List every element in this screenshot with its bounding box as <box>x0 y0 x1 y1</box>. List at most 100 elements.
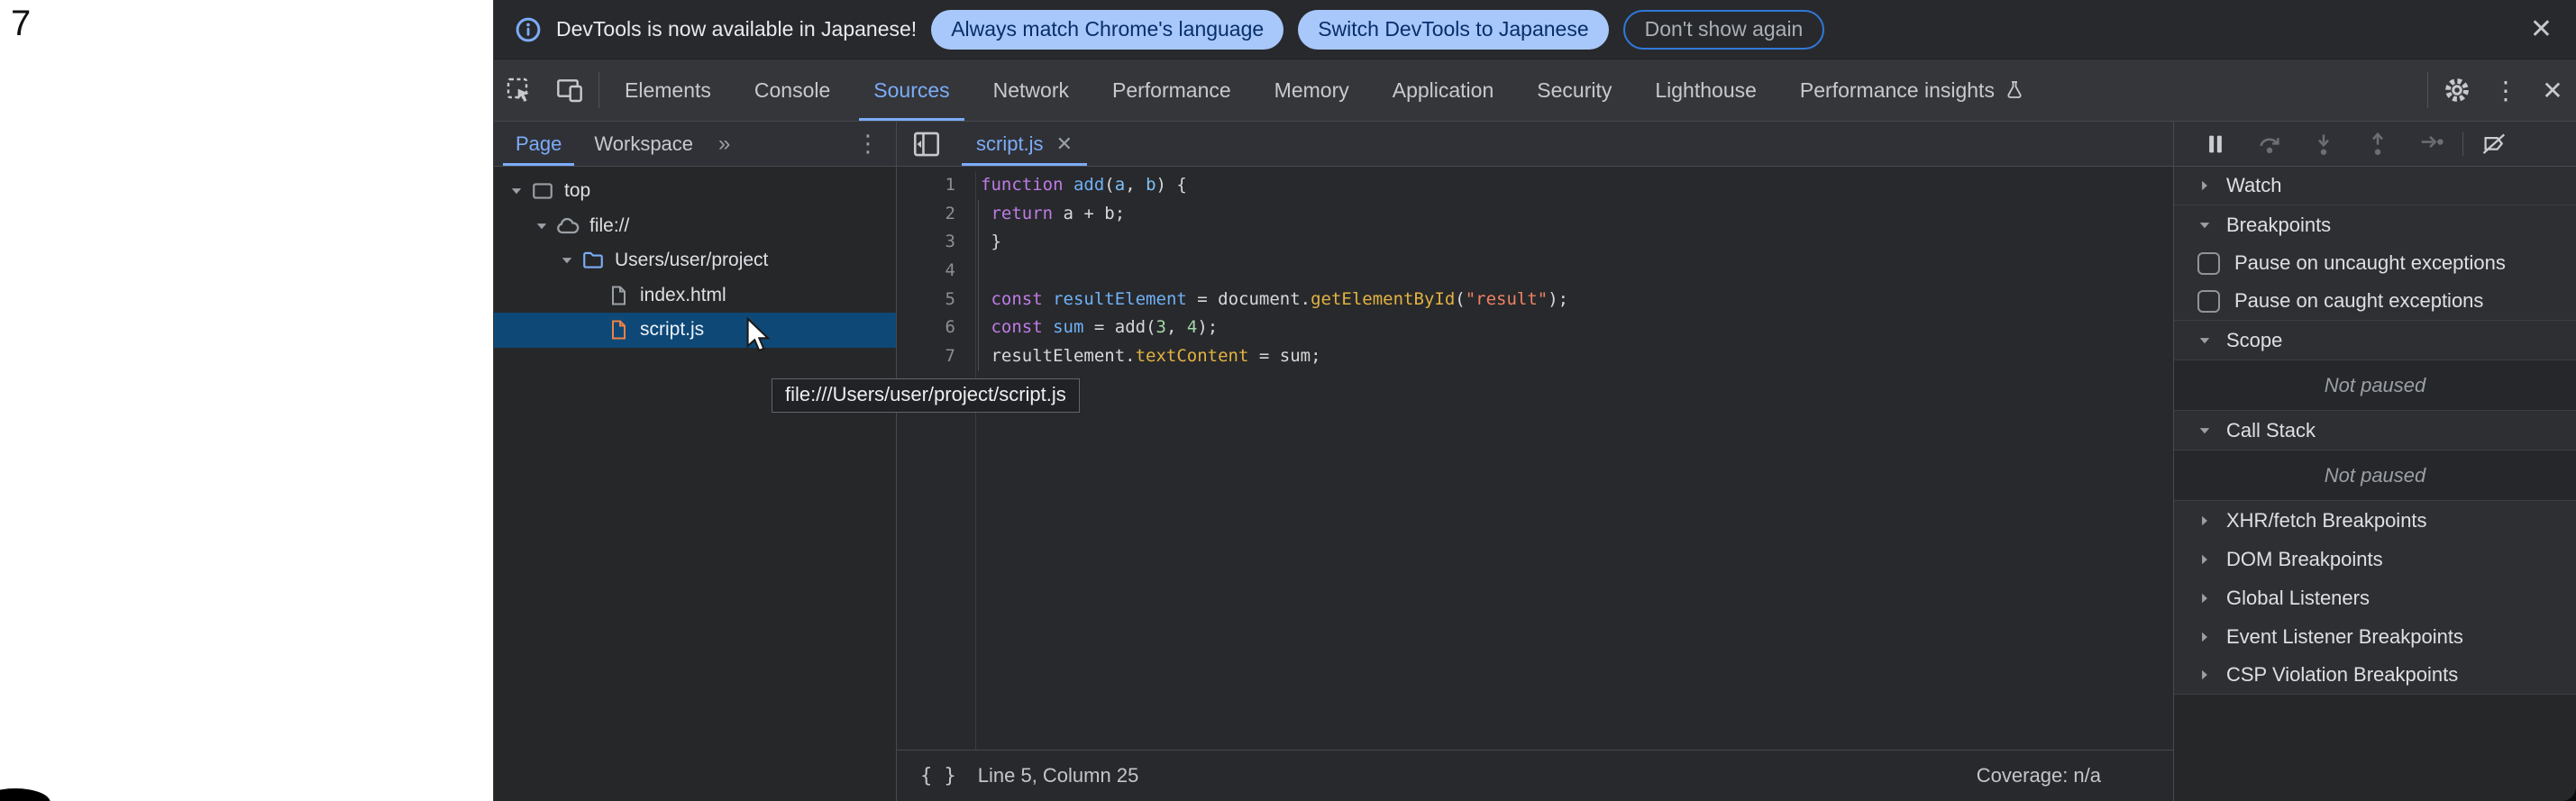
inspect-element-icon[interactable] <box>494 59 544 121</box>
debugger-toolbar <box>2174 122 2576 167</box>
navigator-more-kebab-icon[interactable]: ⋮ <box>856 130 896 158</box>
tree-item-label: top <box>564 180 590 202</box>
infobar-close-icon[interactable]: ✕ <box>2530 16 2553 43</box>
toolbar-divider <box>598 72 599 108</box>
navigator-overflow-icon[interactable]: » <box>709 132 739 157</box>
line-number[interactable]: 1 <box>897 171 975 200</box>
cursor-position-text: Line 5, Column 25 <box>978 764 1139 787</box>
step-icon[interactable] <box>2408 131 2455 158</box>
debugger-sidebar: Watch Breakpoints Pause on uncaught exce… <box>2174 122 2576 801</box>
tree-item-script-js[interactable]: script.js <box>494 313 896 348</box>
line-number[interactable]: 2 <box>897 200 975 229</box>
caret-right-icon <box>2196 669 2214 681</box>
sources-panel: Page Workspace » ⋮ top file:// Users/user/… <box>494 122 2576 801</box>
file-tree: top file:// Users/user/project index.html sc… <box>494 167 896 348</box>
tree-item-label: index.html <box>640 285 726 306</box>
pause-uncaught-checkbox[interactable] <box>2197 252 2220 275</box>
line-number[interactable]: 6 <box>897 314 975 342</box>
pause-caught-checkbox[interactable] <box>2197 290 2220 313</box>
caret-down-icon[interactable] <box>557 254 577 267</box>
code-line-3[interactable]: } <box>981 228 2173 257</box>
code-editor[interactable]: 1234567 function add(a, b) { return a + … <box>897 167 2173 750</box>
code-line-5[interactable]: const resultElement = document.getElemen… <box>981 286 2173 314</box>
line-number[interactable]: 5 <box>897 286 975 314</box>
caret-down-icon[interactable] <box>507 185 526 197</box>
editor-status-bar: { } Line 5, Column 25 Coverage: n/a <box>897 750 2173 801</box>
settings-gear-icon[interactable] <box>2432 59 2482 121</box>
tab-security[interactable]: Security <box>1515 59 1633 121</box>
tree-item-file-[interactable]: file:// <box>494 209 896 244</box>
indent-guide <box>978 200 979 371</box>
section-watch[interactable]: Watch <box>2174 167 2576 205</box>
step-out-icon[interactable] <box>2354 131 2401 158</box>
file-path-tooltip: file:///Users/user/project/script.js <box>772 378 1080 413</box>
tab-elements[interactable]: Elements <box>603 59 733 121</box>
panel-tabs: ElementsConsoleSourcesNetworkPerformance… <box>603 59 2047 121</box>
more-options-kebab-icon[interactable]: ⋮ <box>2482 59 2529 121</box>
code-line-1[interactable]: function add(a, b) { <box>981 171 2173 200</box>
navigator-header: Page Workspace » ⋮ <box>494 122 896 167</box>
navigator-pane: Page Workspace » ⋮ top file:// Users/user/… <box>494 122 897 801</box>
tree-item-users-user-project[interactable]: Users/user/project <box>494 243 896 278</box>
device-toolbar-icon[interactable] <box>544 59 595 121</box>
tab-sources[interactable]: Sources <box>852 59 971 121</box>
tree-item-label: script.js <box>640 319 704 341</box>
line-number[interactable]: 4 <box>897 257 975 286</box>
pause-caught-exceptions-row: Pause on caught exceptions <box>2174 282 2576 321</box>
code-line-7[interactable]: resultElement.textContent = sum; <box>981 342 2173 371</box>
step-over-icon[interactable] <box>2246 131 2293 158</box>
tab-memory[interactable]: Memory <box>1253 59 1371 121</box>
section-scope[interactable]: Scope <box>2174 321 2576 360</box>
caret-right-icon <box>2196 592 2214 605</box>
section-breakpoints[interactable]: Breakpoints <box>2174 205 2576 244</box>
devtools-toolbar: ElementsConsoleSourcesNetworkPerformance… <box>494 59 2576 122</box>
navigator-tab-workspace[interactable]: Workspace <box>578 122 709 166</box>
tab-close-icon[interactable]: ✕ <box>1056 132 1073 156</box>
debugger-toolbar-divider <box>2462 132 2463 156</box>
tab-performance-insights[interactable]: Performance insights <box>1778 59 2047 121</box>
editor-tab-strip: script.js ✕ <box>897 122 2173 167</box>
caret-right-icon <box>2196 553 2214 566</box>
navigator-tab-page[interactable]: Page <box>499 122 578 166</box>
tree-item-top[interactable]: top <box>494 174 896 209</box>
caret-down-icon <box>2196 424 2214 437</box>
cloud-icon <box>555 214 580 239</box>
file-js-icon <box>606 319 631 341</box>
line-number[interactable]: 7 <box>897 342 975 371</box>
pause-script-icon[interactable] <box>2192 131 2239 158</box>
caret-down-icon[interactable] <box>532 220 552 232</box>
section-xhr-fetch-breakpoints[interactable]: XHR/fetch Breakpoints <box>2174 501 2576 540</box>
tab-network[interactable]: Network <box>972 59 1091 121</box>
page-result-text: 7 <box>11 4 31 44</box>
pretty-print-icon[interactable]: { } <box>920 765 956 787</box>
code-line-6[interactable]: const sum = add(3, 4); <box>981 314 2173 342</box>
line-number[interactable]: 3 <box>897 228 975 257</box>
tab-performance[interactable]: Performance <box>1091 59 1253 121</box>
code-line-2[interactable]: return a + b; <box>981 200 2173 229</box>
section-csp-violation-breakpoints[interactable]: CSP Violation Breakpoints <box>2174 656 2576 695</box>
section-event-listener-breakpoints[interactable]: Event Listener Breakpoints <box>2174 617 2576 656</box>
section-dom-breakpoints[interactable]: DOM Breakpoints <box>2174 540 2576 578</box>
tab-lighthouse[interactable]: Lighthouse <box>1633 59 1778 121</box>
open-file-tab-script-js[interactable]: script.js ✕ <box>967 122 1082 166</box>
editor-pane: script.js ✕ 1234567 function add(a, b) {… <box>897 122 2174 801</box>
deactivate-breakpoints-icon[interactable] <box>2471 131 2517 158</box>
tab-application[interactable]: Application <box>1371 59 1516 121</box>
caret-right-icon <box>2196 179 2214 192</box>
section-call-stack[interactable]: Call Stack <box>2174 411 2576 451</box>
tree-item-label: file:// <box>589 215 629 237</box>
tab-console[interactable]: Console <box>733 59 852 121</box>
code-line-4[interactable] <box>981 257 2173 286</box>
devtools-close-icon[interactable]: ✕ <box>2529 59 2576 121</box>
section-global-listeners[interactable]: Global Listeners <box>2174 578 2576 617</box>
always-match-language-button[interactable]: Always match Chrome's language <box>931 10 1283 50</box>
tree-item-index-html[interactable]: index.html <box>494 278 896 314</box>
frame-icon <box>530 179 555 203</box>
collapse-navigator-icon[interactable] <box>911 129 942 159</box>
switch-to-japanese-button[interactable]: Switch DevTools to Japanese <box>1298 10 1608 50</box>
infobar: DevTools is now available in Japanese! A… <box>494 0 2576 59</box>
line-number-gutter[interactable]: 1234567 <box>897 171 976 750</box>
step-into-icon[interactable] <box>2300 131 2347 158</box>
dont-show-again-button[interactable]: Don't show again <box>1623 10 1825 50</box>
code-content[interactable]: function add(a, b) { return a + b; } con… <box>976 171 2173 750</box>
